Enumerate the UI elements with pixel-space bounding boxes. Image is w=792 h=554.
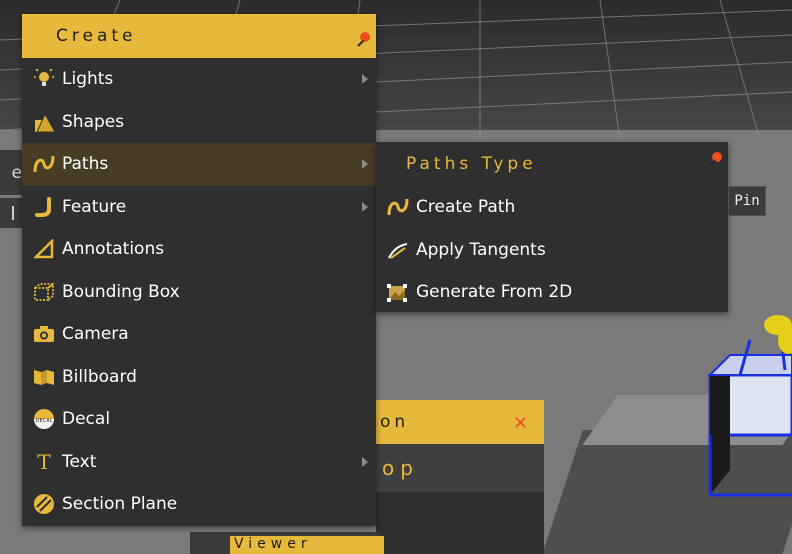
paths-type-submenu: Paths Type Create Path Apply Tangents Ge…	[376, 142, 728, 312]
viewer-tab[interactable]: Viewer	[230, 536, 384, 554]
paths-type-title: Paths Type	[406, 154, 537, 174]
camera-icon	[32, 322, 56, 346]
menu-item-bounding-box[interactable]: Bounding Box	[22, 271, 376, 314]
menu-item-label: Camera	[62, 324, 129, 345]
text-icon: T	[37, 449, 51, 474]
menu-item-apply-tangents[interactable]: Apply Tangents	[376, 229, 728, 272]
menu-item-paths[interactable]: Paths	[22, 143, 376, 186]
menu-item-label: Feature	[62, 196, 127, 217]
pin-icon[interactable]	[356, 32, 370, 47]
menu-item-text[interactable]: T Text	[22, 441, 376, 484]
bulb-icon	[32, 67, 56, 91]
generate-2d-icon	[386, 280, 410, 304]
menu-item-generate-from-2d[interactable]: Generate From 2D	[376, 271, 728, 314]
pin-icon[interactable]	[708, 152, 722, 167]
submenu-arrow-icon	[362, 159, 368, 170]
submenu-arrow-icon	[362, 74, 368, 85]
shapes-icon	[32, 110, 56, 134]
robot-model[interactable]	[700, 300, 792, 520]
menu-item-lights[interactable]: Lights	[22, 58, 376, 101]
fragment-text: e	[11, 162, 22, 183]
background-panel-fragment: e	[0, 150, 22, 195]
section-plane-icon	[32, 492, 56, 516]
menu-item-section-plane[interactable]: Section Plane	[22, 483, 376, 526]
menu-item-shapes[interactable]: Shapes	[22, 101, 376, 144]
svg-text:DECAL: DECAL	[36, 418, 53, 424]
menu-item-label: Paths	[62, 154, 109, 175]
menu-item-create-path[interactable]: Create Path	[376, 186, 728, 229]
menu-item-annotations[interactable]: Annotations	[22, 228, 376, 271]
menu-item-label: Shapes	[62, 111, 125, 132]
panel-subheader-text: op	[382, 456, 419, 480]
menu-item-label: Lights	[62, 69, 114, 90]
create-menu: Create Lights Shapes Paths Feature Annot	[22, 14, 376, 526]
path-icon	[32, 152, 56, 176]
background-panel-subheader: op	[376, 444, 544, 492]
menu-item-label: Annotations	[62, 239, 165, 260]
menu-item-decal[interactable]: DECAL Decal	[22, 398, 376, 441]
menu-item-camera[interactable]: Camera	[22, 313, 376, 356]
viewer-tab-label: Viewer	[234, 536, 312, 552]
submenu-arrow-icon	[362, 201, 368, 212]
create-menu-title: Create	[56, 26, 137, 46]
menu-item-label: Section Plane	[62, 494, 178, 515]
menu-item-label: Apply Tangents	[416, 239, 546, 260]
menu-item-label: Text	[62, 451, 97, 472]
billboard-icon	[32, 365, 56, 389]
path-icon	[386, 195, 410, 219]
menu-item-billboard[interactable]: Billboard	[22, 356, 376, 399]
menu-item-label: Decal	[62, 409, 111, 430]
menu-item-label: Generate From 2D	[416, 282, 573, 303]
close-icon[interactable]: ✕	[513, 413, 532, 434]
create-menu-header: Create	[22, 14, 376, 58]
menu-item-feature[interactable]: Feature	[22, 186, 376, 229]
submenu-arrow-icon	[362, 456, 368, 467]
menu-item-label: Bounding Box	[62, 281, 180, 302]
tooltip-text: Pin	[734, 193, 760, 209]
paths-type-header: Paths Type	[376, 142, 728, 186]
decal-icon: DECAL	[32, 407, 56, 431]
menu-item-label: Billboard	[62, 366, 137, 387]
panel-header-text: on	[380, 412, 410, 432]
background-panel-header: on ✕	[376, 400, 544, 444]
feature-icon	[32, 195, 56, 219]
menu-item-label: Create Path	[416, 197, 516, 218]
background-panel: on ✕ op	[376, 400, 544, 554]
pin-tooltip: Pin	[728, 186, 766, 216]
tangent-icon	[386, 238, 410, 262]
background-panel-fragment	[0, 198, 22, 228]
bounding-box-icon	[32, 280, 56, 304]
annotation-icon	[32, 237, 56, 261]
